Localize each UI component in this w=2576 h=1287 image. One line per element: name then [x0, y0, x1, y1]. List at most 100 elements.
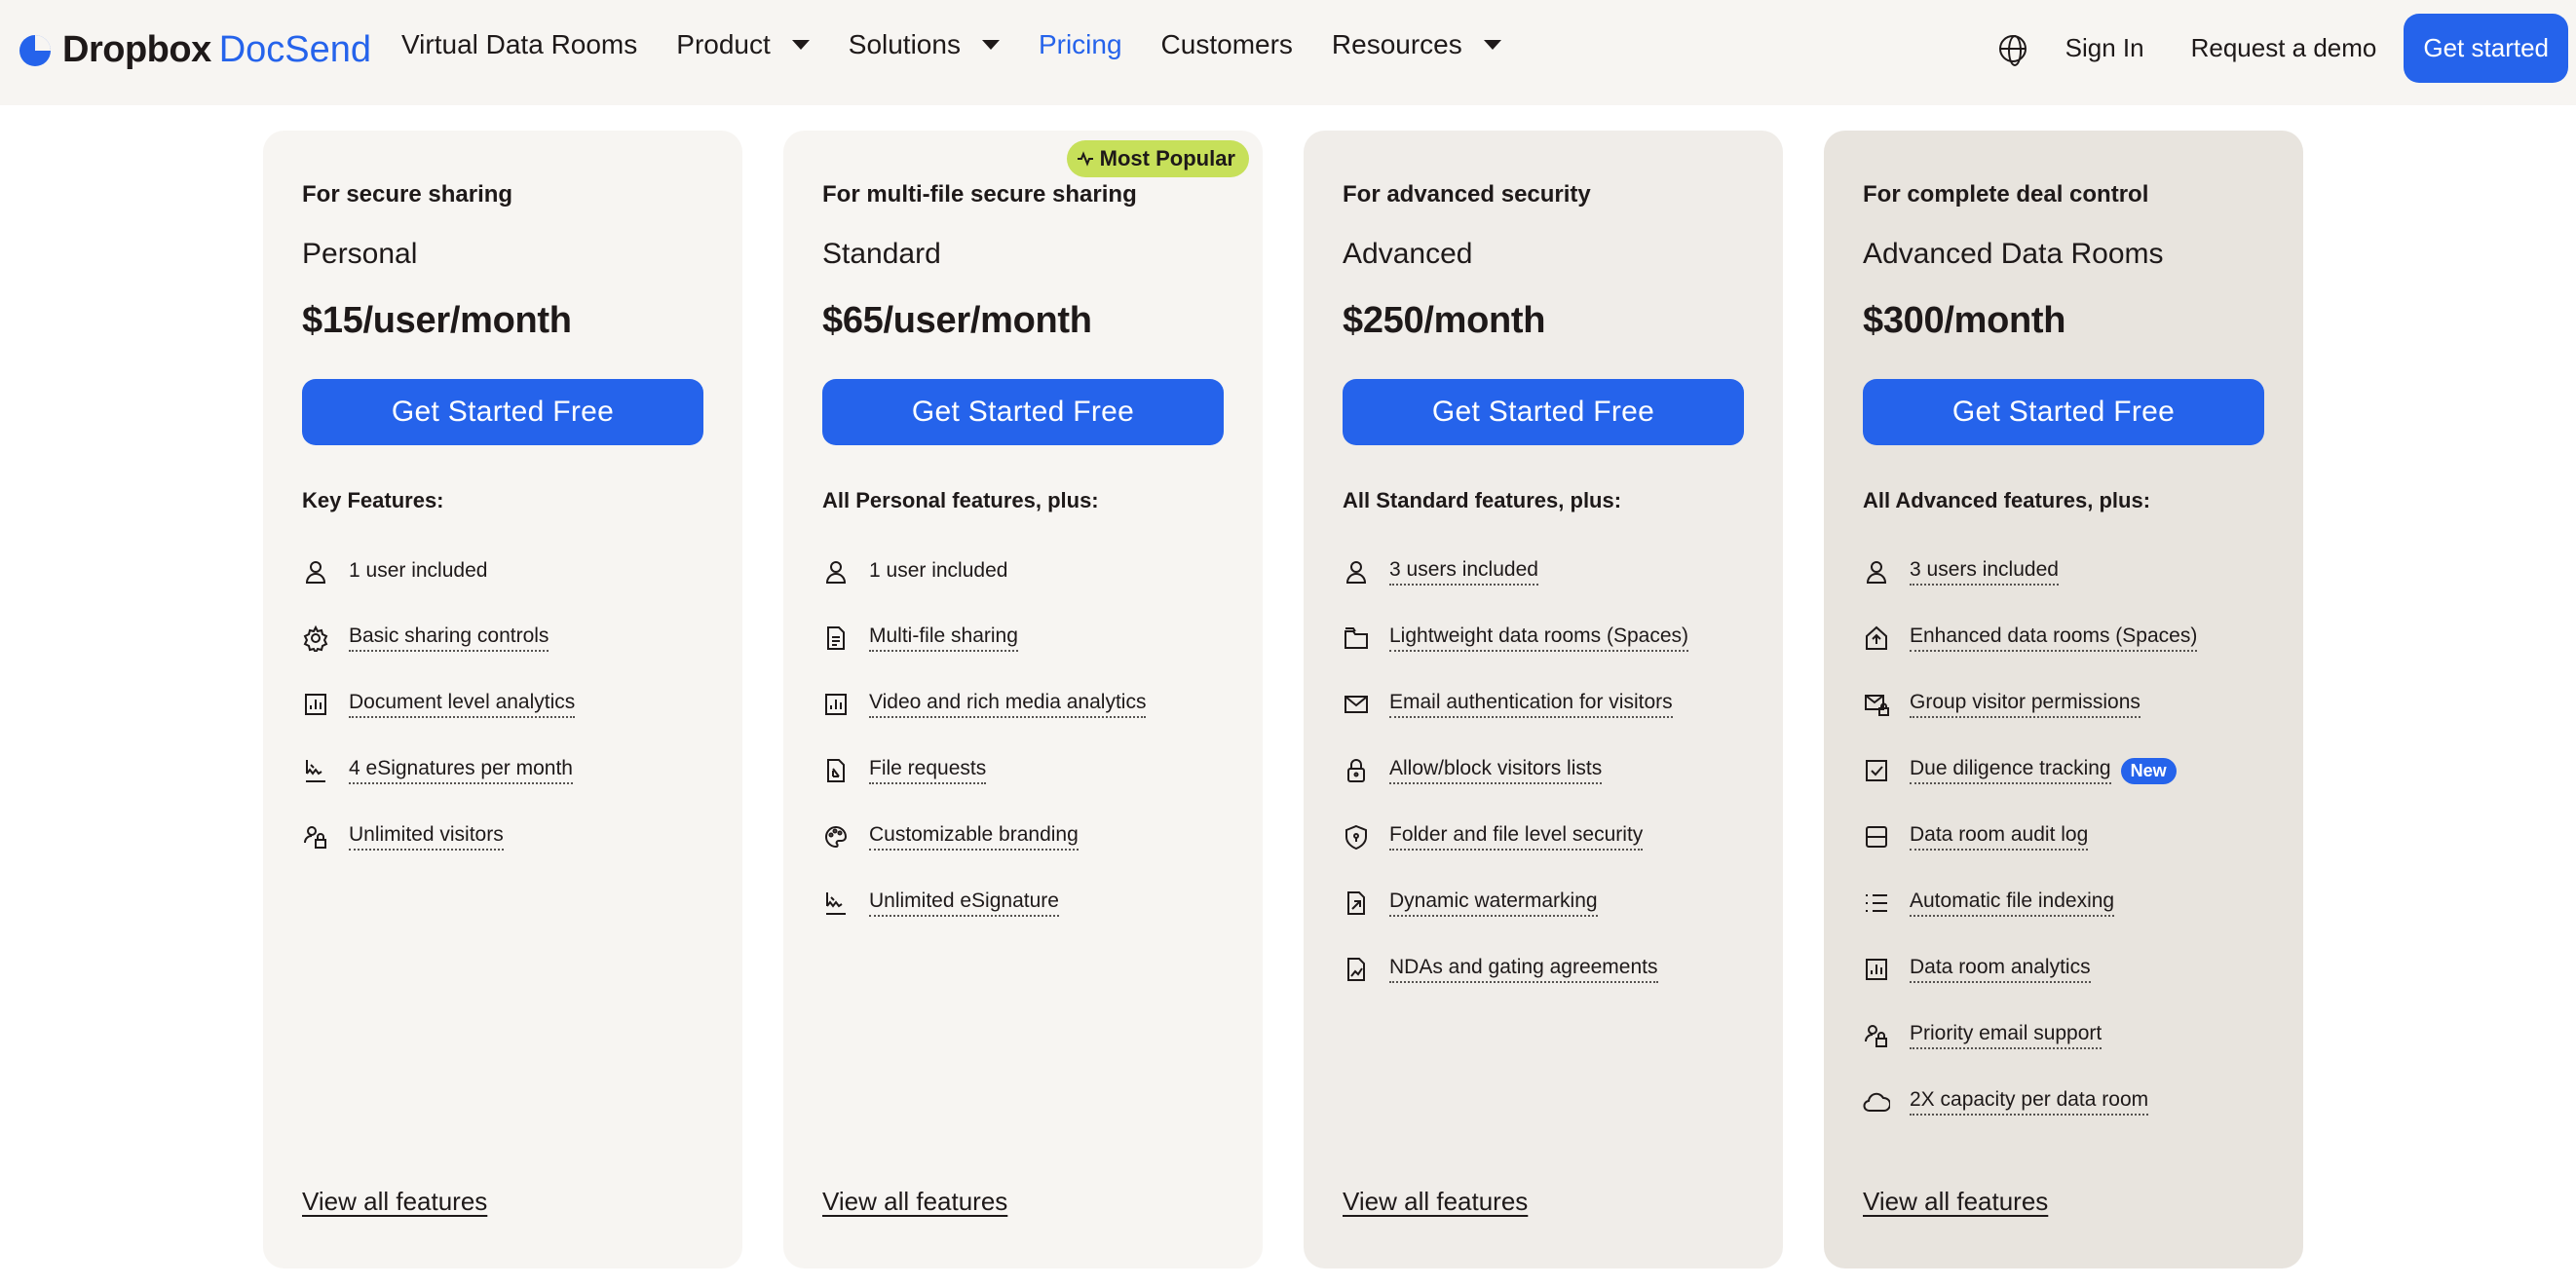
- folder-icon: [1345, 627, 1368, 649]
- feature-item[interactable]: 4 eSignatures per month: [302, 738, 703, 804]
- logo-brand: Dropbox: [62, 29, 211, 70]
- feature-label: Unlimited eSignature: [869, 890, 1059, 917]
- pricing-card-advanced: For advanced security Advanced $250/month G…: [1304, 131, 1783, 1268]
- feature-item[interactable]: Document level analytics: [302, 671, 703, 738]
- feature-label: Dynamic watermarking: [1389, 890, 1598, 917]
- plan-name: Advanced: [1343, 238, 1473, 270]
- feature-label: 1 user included: [869, 559, 1008, 582]
- nav-item-solutions[interactable]: Solutions: [849, 29, 1000, 60]
- nav-item-label: Resources: [1331, 29, 1462, 59]
- feature-item[interactable]: Unlimited visitors: [302, 804, 703, 870]
- user-icon: [825, 561, 847, 584]
- feature-label: Folder and file level security: [1389, 823, 1644, 851]
- feature-item[interactable]: Group visitor permissions: [1863, 671, 2264, 738]
- nav-item-label: Virtual Data Rooms: [401, 29, 638, 59]
- plan-tagline: For multi-file secure sharing: [822, 181, 1137, 208]
- mail-lock-icon: [1865, 695, 1889, 716]
- features-heading: All Advanced features, plus:: [1863, 488, 2151, 512]
- feature-label: Priority email support: [1910, 1022, 2102, 1049]
- view-all-features-link[interactable]: View all features: [302, 1187, 487, 1217]
- nav-item-resources[interactable]: Resources: [1332, 29, 1501, 60]
- features-heading: All Personal features, plus:: [822, 488, 1099, 512]
- nav-item-customers[interactable]: Customers: [1161, 29, 1293, 60]
- logo-product: DocSend: [218, 29, 372, 70]
- feature-label: Due diligence tracking: [1910, 757, 2111, 784]
- top-navigation: Dropbox DocSend Virtual Data Rooms Produc…: [0, 0, 2576, 105]
- feature-item[interactable]: Video and rich media analytics: [822, 671, 1224, 738]
- feature-item[interactable]: Lightweight data rooms (Spaces): [1343, 605, 1744, 671]
- pricing-card-standard: Most Popular For multi-file secure sharin…: [783, 131, 1263, 1268]
- plan-name: Personal: [302, 238, 418, 270]
- feature-item[interactable]: Data room analytics: [1863, 936, 2264, 1003]
- feature-item[interactable]: File requests: [822, 738, 1224, 804]
- feature-item[interactable]: 3 users included: [1343, 539, 1744, 605]
- feature-list: 3 users included Enhanced data rooms (Spa…: [1863, 539, 2264, 1135]
- feature-item[interactable]: Customizable branding: [822, 804, 1224, 870]
- feature-label: Email authentication for visitors: [1389, 691, 1673, 718]
- feature-label: Customizable branding: [869, 823, 1079, 851]
- get-started-free-button[interactable]: Get Started Free: [1343, 379, 1744, 445]
- pricing-card-personal: For secure sharing Personal $15/user/month…: [263, 131, 742, 1268]
- checkbox-icon: [1866, 760, 1887, 781]
- feature-list: 3 users included Lightweight data rooms (…: [1343, 539, 1744, 1003]
- nav-item-label: Solutions: [848, 29, 961, 59]
- feature-list: 1 user included Multi-file sharing Video a…: [822, 539, 1224, 936]
- pulse-icon: [1077, 151, 1093, 167]
- feature-item[interactable]: Data room audit log: [1863, 804, 2264, 870]
- nav-item-pricing[interactable]: Pricing: [1039, 29, 1122, 60]
- view-all-features-link[interactable]: View all features: [1343, 1187, 1528, 1217]
- chart-icon: [825, 694, 847, 715]
- plan-tagline: For advanced security: [1343, 181, 1591, 208]
- get-started-free-button[interactable]: Get Started Free: [822, 379, 1224, 445]
- new-badge: New: [2120, 757, 2177, 784]
- feature-item[interactable]: Email authentication for visitors: [1343, 671, 1744, 738]
- cloud-icon: [1863, 1092, 1890, 1112]
- view-all-features-link[interactable]: View all features: [1863, 1187, 2048, 1217]
- feature-item[interactable]: Dynamic watermarking: [1343, 870, 1744, 936]
- feature-item[interactable]: Due diligence tracking New: [1863, 738, 2264, 804]
- get-started-free-button[interactable]: Get Started Free: [302, 379, 703, 445]
- plan-tagline: For complete deal control: [1863, 181, 2149, 208]
- feature-label: Enhanced data rooms (Spaces): [1910, 625, 2198, 652]
- user-icon: [305, 561, 326, 584]
- feature-item[interactable]: Enhanced data rooms (Spaces): [1863, 605, 2264, 671]
- feature-label: Allow/block visitors lists: [1389, 757, 1603, 784]
- feature-label: 1 user included: [349, 559, 488, 582]
- globe-icon[interactable]: [1998, 34, 2027, 66]
- feature-label: 3 users included: [1389, 558, 1538, 586]
- dropbox-docsend-logo[interactable]: Dropbox DocSend: [19, 29, 371, 71]
- view-all-features-link[interactable]: View all features: [822, 1187, 1007, 1217]
- feature-item[interactable]: 2X capacity per data room: [1863, 1069, 2264, 1135]
- feature-label: Data room audit log: [1910, 823, 2089, 851]
- request-demo-link[interactable]: Request a demo: [2191, 33, 2377, 63]
- nav-item-label: Customers: [1160, 29, 1293, 59]
- feature-item[interactable]: Automatic file indexing: [1863, 870, 2264, 936]
- feature-item[interactable]: NDAs and gating agreements: [1343, 936, 1744, 1003]
- feature-item[interactable]: Allow/block visitors lists: [1343, 738, 1744, 804]
- feature-label: File requests: [869, 757, 987, 784]
- feature-label: Automatic file indexing: [1910, 890, 2115, 917]
- user-icon: [1345, 561, 1367, 584]
- feature-item[interactable]: Basic sharing controls: [302, 605, 703, 671]
- nav-item-product[interactable]: Product: [676, 29, 810, 60]
- document-icon: [827, 626, 845, 650]
- feature-label: Multi-file sharing: [869, 625, 1018, 652]
- feature-label: Basic sharing controls: [349, 625, 549, 652]
- feature-item[interactable]: 3 users included: [1863, 539, 2264, 605]
- get-started-button[interactable]: Get started: [2404, 14, 2568, 83]
- get-started-free-button[interactable]: Get Started Free: [1863, 379, 2264, 445]
- nav-item-label: Product: [676, 29, 771, 59]
- sign-in-link[interactable]: Sign In: [2065, 33, 2144, 63]
- signature-icon: [826, 892, 846, 915]
- feature-item[interactable]: Unlimited eSignature: [822, 870, 1224, 936]
- feature-label: Lightweight data rooms (Spaces): [1389, 625, 1688, 652]
- feature-item[interactable]: Priority email support: [1863, 1003, 2264, 1069]
- nav-item-virtual-data-rooms[interactable]: Virtual Data Rooms: [401, 29, 637, 60]
- plan-price: $300/month: [1863, 300, 2066, 341]
- feature-label: Data room analytics: [1910, 956, 2091, 983]
- feature-item: 1 user included: [822, 539, 1224, 605]
- dropbox-logo-icon: [19, 34, 51, 66]
- pricing-card-advanced-data-rooms: For complete deal control Advanced Data R…: [1824, 131, 2303, 1268]
- feature-item[interactable]: Folder and file level security: [1343, 804, 1744, 870]
- feature-item[interactable]: Multi-file sharing: [822, 605, 1224, 671]
